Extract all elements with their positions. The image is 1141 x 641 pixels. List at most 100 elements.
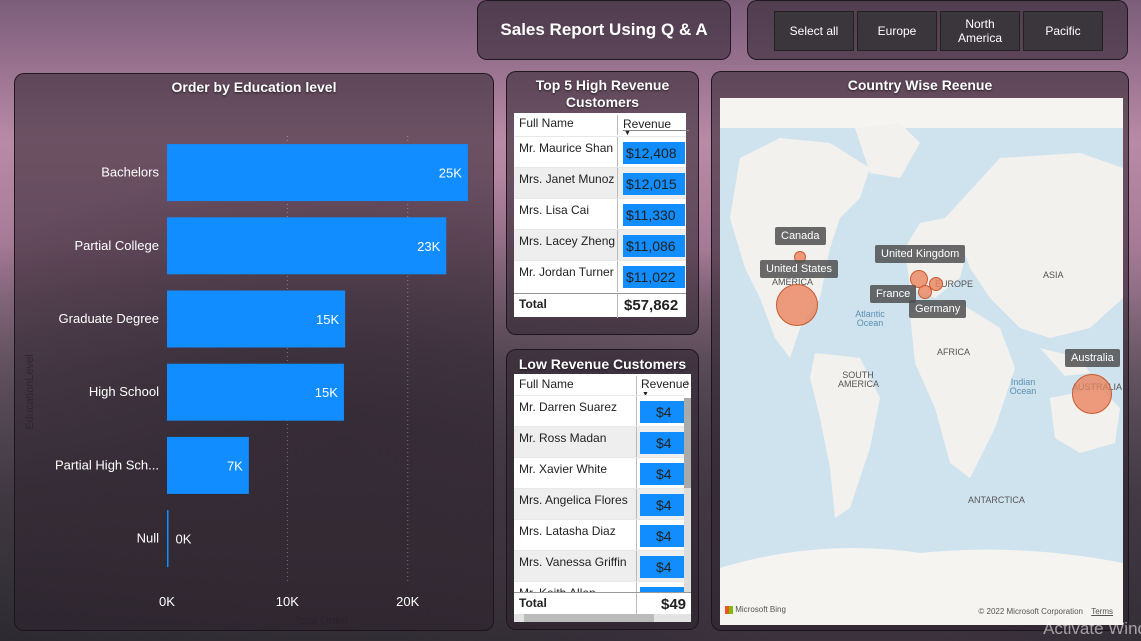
table-row[interactable]: Mrs. Lacey Zheng $11,086: [514, 229, 686, 261]
microsoft-logo-icon: [725, 605, 733, 614]
education-bar-chart: 0K 10K 20K Bachelors 25K Partial College 23K Gr…: [24, 136, 468, 627]
low-col-name[interactable]: Full Name: [519, 377, 574, 391]
map-label-australia: Australia: [1065, 349, 1120, 367]
map-panel: Country Wise Reenue AMERICA EUROPE ASIA …: [711, 71, 1129, 631]
header-underline: [623, 130, 689, 131]
ocean-label-atlantic: Atlantic Ocean: [855, 309, 885, 328]
x-tick-label: 0K: [159, 594, 175, 609]
low-total-label: Total: [519, 596, 547, 610]
world-map-land: [720, 98, 1123, 625]
revenue-cell: $4: [640, 432, 684, 454]
region-slicer: Select all Europe North America Pacific: [747, 0, 1128, 60]
education-chart-panel: Order by Education level 0K 10K 20K Bachelo…: [14, 73, 494, 631]
horizontal-scrollbar[interactable]: [514, 614, 691, 622]
col-divider: [617, 115, 618, 135]
col-divider: [636, 396, 637, 427]
revenue-cell: $4: [640, 525, 684, 547]
col-divider: [636, 489, 637, 520]
top5-table[interactable]: Full Name Revenue Mr. Maurice Shan $12,40…: [514, 113, 689, 318]
slicer-europe[interactable]: Europe: [857, 11, 937, 51]
top5-col-name[interactable]: Full Name: [519, 116, 574, 130]
map-label-united-kingdom: United Kingdom: [875, 245, 966, 263]
sort-desc-icon[interactable]: ▼: [624, 130, 631, 137]
bar[interactable]: [167, 144, 468, 202]
top5-total-label: Total: [519, 297, 547, 311]
terms-link[interactable]: Terms: [1091, 607, 1113, 616]
low-total-value: $49: [661, 596, 687, 613]
table-row[interactable]: Mr. Darren Suarez $4: [514, 395, 684, 427]
top5-panel: Top 5 High Revenue Customers Full Name R…: [506, 71, 699, 335]
y-category-label: Graduate Degree: [59, 311, 159, 326]
customer-name: Mr. Darren Suarez: [519, 400, 618, 414]
col-divider: [617, 261, 618, 292]
customer-name: Mr. Maurice Shan: [519, 141, 614, 155]
col-divider: [617, 294, 618, 318]
top5-total-value: $57,862: [624, 297, 679, 314]
table-row[interactable]: Mrs. Angelica Flores $4: [514, 488, 684, 520]
revenue-cell: $4: [640, 463, 684, 485]
data-label: 23K: [417, 239, 440, 254]
y-category-label: Partial High Sch...: [55, 457, 159, 472]
top5-title: Top 5 High Revenue Customers: [535, 77, 670, 110]
data-label: 15K: [315, 385, 338, 400]
revenue-cell: $12,408: [623, 142, 685, 164]
table-row[interactable]: Mr. Maurice Shan $12,408: [514, 136, 686, 168]
data-label: 0K: [176, 532, 192, 547]
table-row[interactable]: Mr. Jordan Turner $11,022: [514, 260, 686, 292]
copyright-text: © 2022 Microsoft Corporation: [978, 607, 1083, 616]
col-divider: [636, 427, 637, 458]
col-divider: [617, 199, 618, 230]
x-tick-label: 20K: [396, 594, 419, 609]
customer-name: Mrs. Angelica Flores: [519, 493, 628, 507]
table-row[interactable]: Mrs. Lisa Cai $11,330: [514, 198, 686, 230]
top5-total-row: Total $57,862: [514, 293, 686, 318]
slicer-north-america[interactable]: North America: [940, 11, 1020, 51]
low-revenue-table[interactable]: Full Name Revenue ▼ ^ Mr. Darren Suarez $…: [514, 374, 691, 622]
scrollbar-thumb[interactable]: [524, 614, 654, 622]
data-label: 15K: [316, 312, 339, 327]
revenue-cell: $4: [640, 401, 684, 423]
vertical-scrollbar[interactable]: [684, 398, 691, 592]
customer-name: Mrs. Lacey Zheng: [519, 234, 616, 248]
bubble-united-states[interactable]: [776, 284, 818, 326]
col-divider: [617, 168, 618, 199]
slicer-pacific[interactable]: Pacific: [1023, 11, 1103, 51]
bubble-australia[interactable]: [1072, 374, 1112, 414]
table-row[interactable]: Mrs. Janet Munoz $12,015: [514, 167, 686, 199]
col-divider: [617, 137, 618, 168]
geo-label-antarctica: ANTARCTICA: [968, 495, 1025, 505]
x-axis-title: Total Order: [294, 615, 349, 627]
col-divider: [636, 520, 637, 551]
bubble-france[interactable]: [918, 285, 932, 299]
y-category-label: Partial College: [74, 238, 159, 253]
report-title: Sales Report Using Q & A: [500, 20, 708, 39]
table-row[interactable]: Mr. Xavier White $4: [514, 457, 684, 489]
customer-name: Mrs. Lisa Cai: [519, 203, 590, 217]
customer-name: Mr. Xavier White: [519, 462, 608, 476]
bar[interactable]: [167, 510, 169, 568]
table-row[interactable]: Mrs. Latasha Diaz $4: [514, 519, 684, 551]
slicer-select-all[interactable]: Select all: [774, 11, 854, 51]
data-label: 25K: [439, 166, 462, 181]
col-divider: [636, 551, 637, 582]
bar[interactable]: [167, 217, 447, 275]
col-divider: [636, 376, 637, 396]
table-row[interactable]: Mr. Ross Madan $4: [514, 426, 684, 458]
customer-name: Mr. Ross Madan: [519, 431, 607, 445]
customer-name: Mrs. Janet Munoz: [519, 172, 615, 186]
table-row[interactable]: Mrs. Vanessa Griffin $4: [514, 550, 684, 582]
customer-name: Mr. Jordan Turner: [519, 265, 614, 279]
low-col-revenue[interactable]: Revenue: [641, 377, 689, 391]
geo-label-south-america: SOUTH AMERICA: [838, 370, 880, 389]
y-axis-title: EducationLevel: [24, 354, 36, 429]
geo-label-africa: AFRICA: [937, 347, 971, 357]
geo-label-asia: ASIA: [1043, 270, 1064, 280]
world-map[interactable]: AMERICA EUROPE ASIA AFRICA SOUTH AMERICA…: [720, 98, 1123, 625]
top5-col-revenue[interactable]: Revenue: [623, 117, 671, 131]
col-divider: [636, 458, 637, 489]
scroll-up-icon[interactable]: ^: [685, 379, 689, 389]
scrollbar-thumb[interactable]: [684, 398, 691, 488]
revenue-cell: $12,015: [623, 173, 685, 195]
bing-logo: Microsoft Bing: [725, 605, 786, 614]
customer-name: Mrs. Vanessa Griffin: [519, 555, 627, 569]
